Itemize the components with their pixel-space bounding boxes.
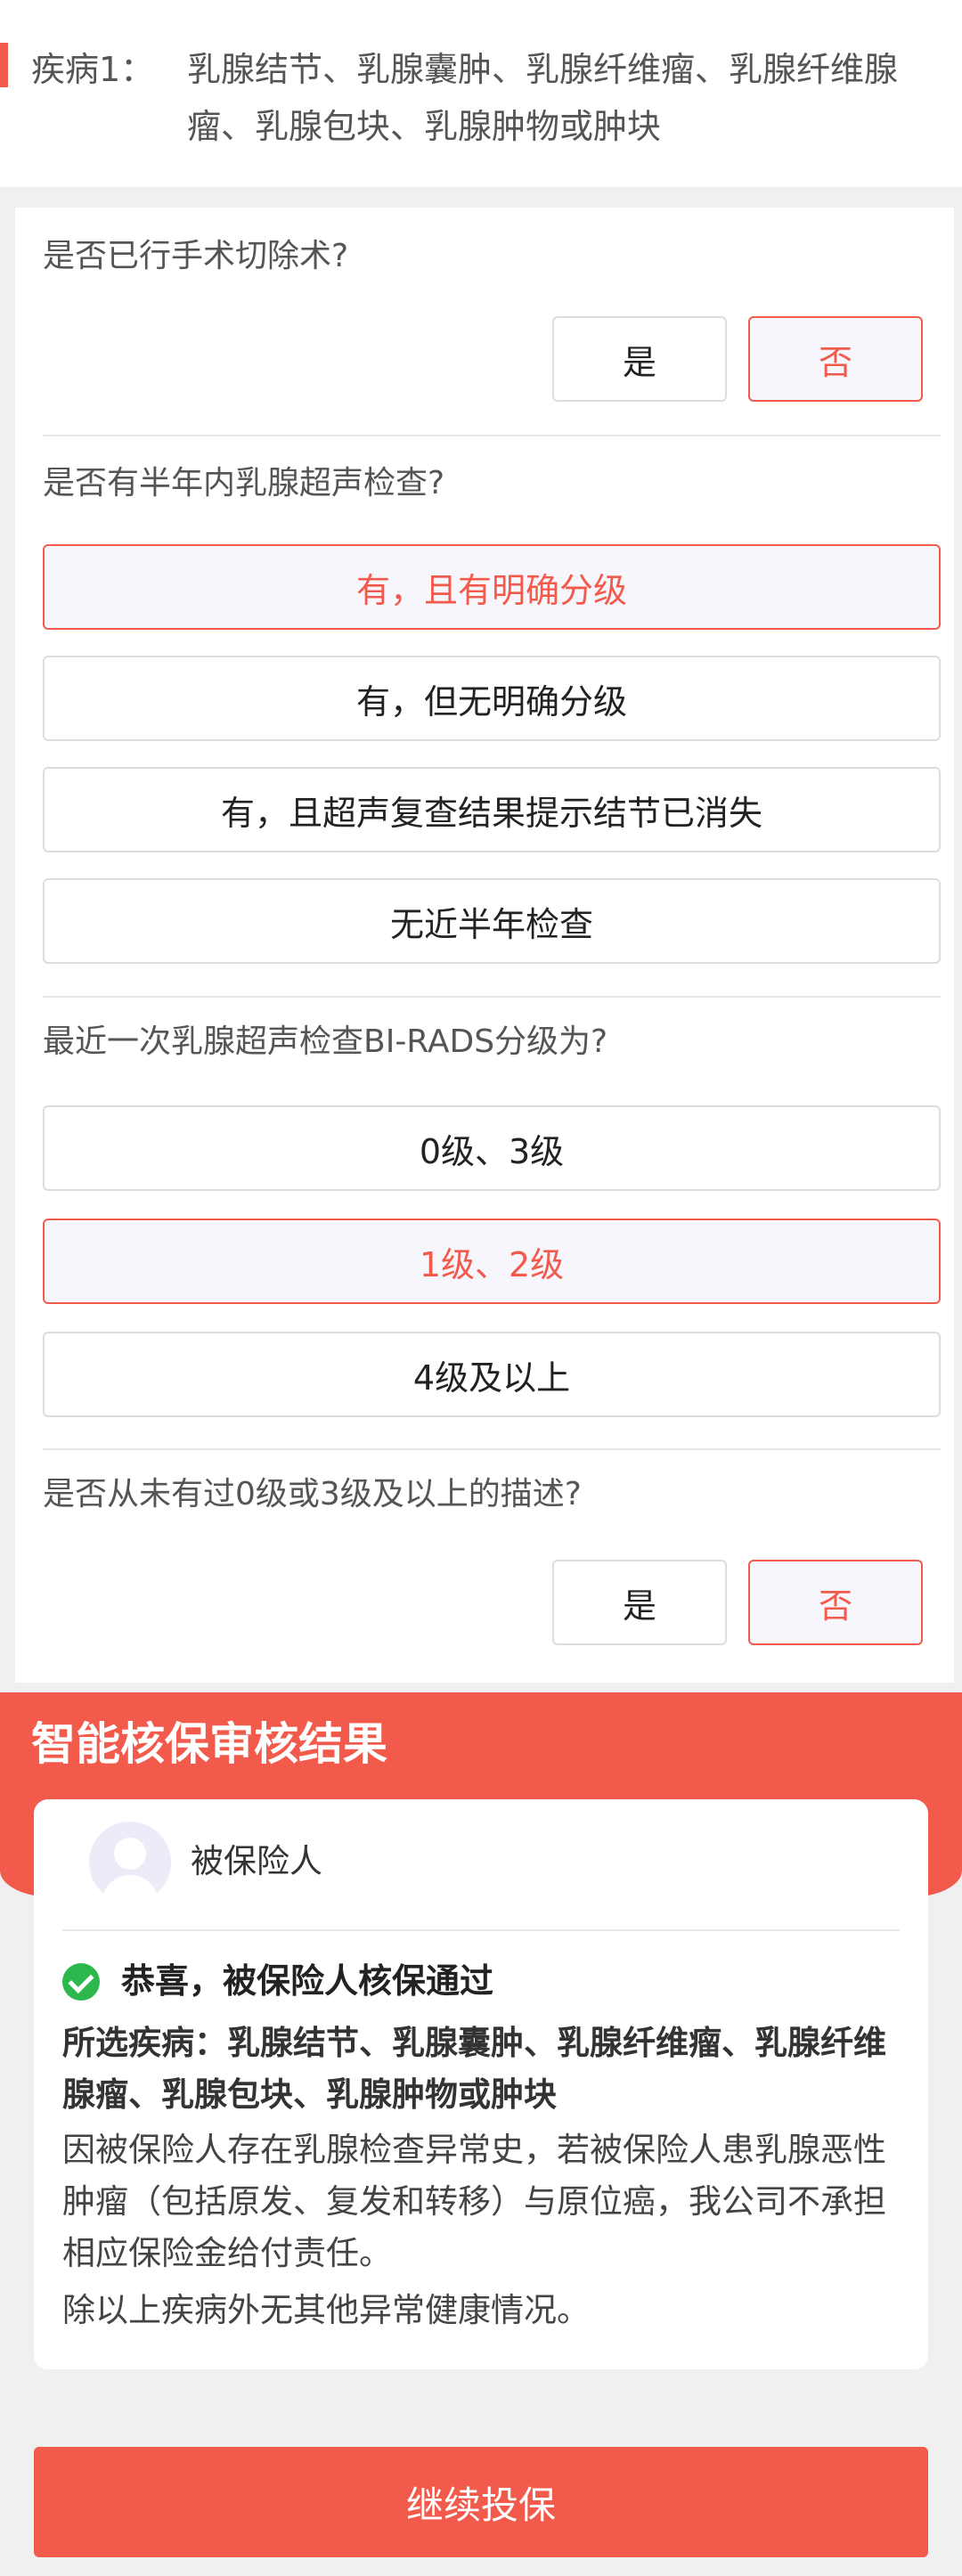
continue-button[interactable]: 继续投保 <box>34 2447 928 2557</box>
question-birads: 最近一次乳腺超声检查BI-RADS分级为? <box>43 1023 608 1060</box>
birads-option-1-2[interactable]: 1级、2级 <box>43 1219 941 1304</box>
ultrasound-option-graded[interactable]: 有，且有明确分级 <box>43 544 941 630</box>
ultrasound-option-none[interactable]: 无近半年检查 <box>43 878 941 964</box>
avatar-icon <box>89 1822 171 1903</box>
exclusion-note: 因被保险人存在乳腺检查异常史，若被保险人患乳腺恶性肿瘤（包括原发、复发和转移）与… <box>62 2131 886 2272</box>
result-card: 被保险人 恭喜，被保险人核保通过 所选疾病：乳腺结节、乳腺囊肿、乳腺纤维瘤、乳腺… <box>34 1799 928 2369</box>
question-surgery: 是否已行手术切除术? <box>43 238 349 274</box>
divider <box>43 996 941 998</box>
question-ultrasound: 是否有半年内乳腺超声检查? <box>43 465 445 501</box>
health-note: 除以上疾病外无其他异常健康情况。 <box>62 2291 590 2329</box>
ultrasound-option-ungraded[interactable]: 有，但无明确分级 <box>43 656 941 741</box>
divider <box>43 435 941 436</box>
question-history: 是否从未有过0级或3级及以上的描述? <box>43 1476 582 1512</box>
history-yes-button[interactable]: 是 <box>552 1560 727 1645</box>
divider <box>43 1448 941 1450</box>
divider <box>62 1929 900 1931</box>
questionnaire-card: 是否已行手术切除术? 是 否 是否有半年内乳腺超声检查? 有，且有明确分级 有，… <box>15 208 954 1683</box>
ultrasound-option-resolved[interactable]: 有，且超声复查结果提示结节已消失 <box>43 767 941 852</box>
accent-bar <box>0 43 8 87</box>
disease-names: 乳腺结节、乳腺囊肿、乳腺纤维瘤、乳腺纤维腺瘤、乳腺包块、乳腺肿物或肿块 <box>187 50 899 146</box>
result-title: 智能核保审核结果 <box>31 1718 387 1770</box>
birads-option-4-plus[interactable]: 4级及以上 <box>43 1332 941 1417</box>
surgery-no-button[interactable]: 否 <box>748 316 923 402</box>
check-circle-icon <box>62 1963 100 2001</box>
disease-card: 疾病1： 乳腺结节、乳腺囊肿、乳腺纤维瘤、乳腺纤维腺瘤、乳腺包块、乳腺肿物或肿块 <box>0 0 962 187</box>
birads-option-0-3[interactable]: 0级、3级 <box>43 1105 941 1191</box>
selected-diseases: 所选疾病：乳腺结节、乳腺囊肿、乳腺纤维瘤、乳腺纤维腺瘤、乳腺包块、乳腺肿物或肿块 <box>62 2024 886 2114</box>
insured-label: 被保险人 <box>191 1842 322 1880</box>
history-no-button[interactable]: 否 <box>748 1560 923 1645</box>
disease-label: 疾病1： <box>31 50 155 89</box>
pass-message: 恭喜，被保险人核保通过 <box>121 1961 494 2001</box>
surgery-yes-button[interactable]: 是 <box>552 316 727 402</box>
